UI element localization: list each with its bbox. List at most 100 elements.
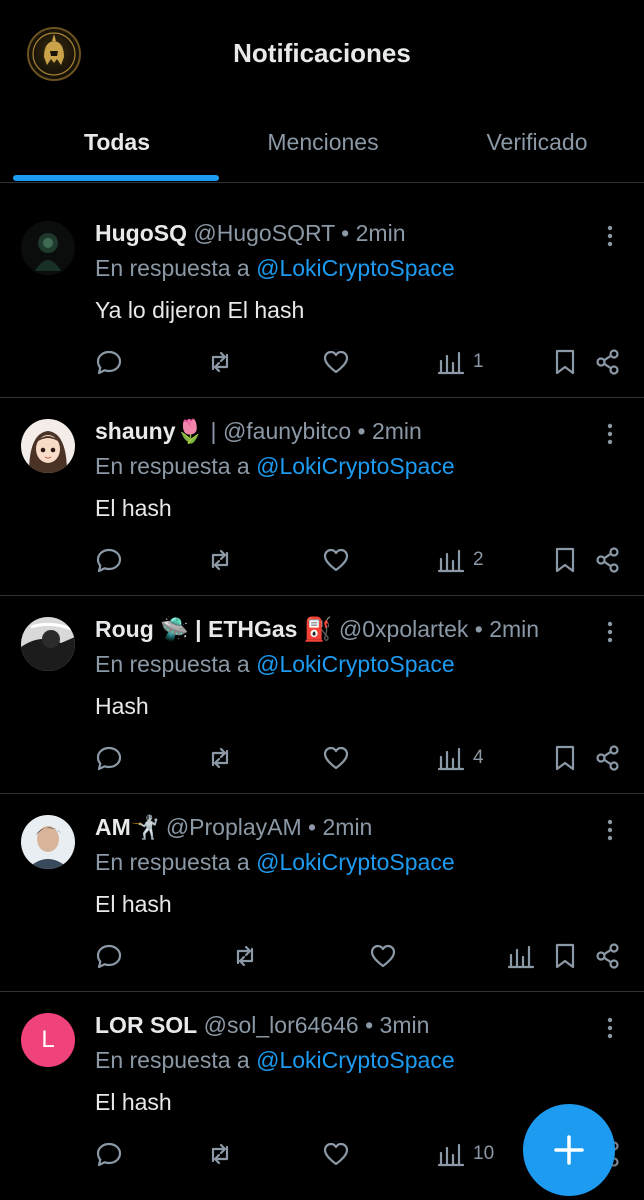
bookmark-button[interactable] (551, 543, 579, 577)
user-handle[interactable]: @ProplayAM (166, 814, 302, 840)
separator: • (334, 220, 356, 246)
more-options-icon[interactable] (598, 420, 622, 448)
like-button[interactable] (322, 741, 350, 775)
reply-button[interactable] (95, 543, 123, 577)
mention-link[interactable]: @LokiCryptoSpace (256, 255, 455, 281)
reply-text: El hash (95, 1089, 172, 1115)
share-button[interactable] (594, 939, 622, 973)
share-icon (596, 943, 619, 969)
notification-item[interactable]: AM🤺 @ProplayAM • 2min En respuesta a @Lo… (0, 794, 644, 992)
share-button[interactable] (594, 543, 622, 577)
user-handle[interactable]: @0xpolartek (339, 616, 468, 642)
views-button[interactable]: 4 (437, 741, 484, 775)
like-button[interactable] (369, 939, 397, 973)
retweet-button[interactable] (206, 741, 234, 775)
retweet-button[interactable] (206, 345, 234, 379)
heart-icon (323, 350, 349, 374)
avatar[interactable] (21, 221, 75, 275)
views-count: 2 (473, 549, 484, 570)
like-button[interactable] (322, 1137, 350, 1171)
tab-bar: Todas Menciones Verificado (0, 108, 644, 183)
separator: • (351, 418, 372, 444)
header-line: shauny🌷 | @faunybitco • 2min (95, 418, 590, 445)
top-bar: Notificaciones (0, 0, 644, 108)
notification-item[interactable]: Roug 🛸 | ETHGas ⛽ @0xpolartek • 2min En … (0, 596, 644, 794)
more-options-icon[interactable] (598, 1014, 622, 1042)
bookmark-icon (555, 547, 575, 573)
bookmark-button[interactable] (551, 939, 579, 973)
bookmark-icon (555, 943, 575, 969)
retweet-button[interactable] (206, 543, 234, 577)
reply-prefix: En respuesta a (95, 255, 257, 281)
reply-text: El hash (95, 891, 172, 917)
more-options-icon[interactable] (598, 222, 622, 250)
views-button[interactable]: 1 (437, 345, 484, 379)
tab-verificado[interactable]: Verificado (430, 108, 644, 182)
reply-button[interactable] (95, 1137, 123, 1171)
share-button[interactable] (594, 345, 622, 379)
views-icon (437, 549, 465, 573)
display-name[interactable]: LOR SOL (95, 1012, 197, 1038)
views-count: 1 (473, 351, 484, 372)
views-icon (437, 747, 465, 771)
bookmark-button[interactable] (551, 741, 579, 775)
share-icon (596, 745, 619, 771)
like-button[interactable] (322, 345, 350, 379)
retweet-button[interactable] (206, 1137, 234, 1171)
name-separator: | (204, 418, 223, 444)
notification-item[interactable]: HugoSQ @HugoSQRT • 2min En respuesta a @… (0, 200, 644, 398)
user-handle[interactable]: @faunybitco (223, 418, 351, 444)
avatar[interactable] (21, 419, 75, 473)
mention-link[interactable]: @LokiCryptoSpace (256, 453, 455, 479)
reply-icon (96, 944, 122, 969)
timestamp: 2min (355, 220, 406, 246)
reply-prefix: En respuesta a (95, 651, 257, 677)
avatar[interactable] (21, 617, 75, 671)
views-button[interactable]: 10 (437, 1137, 494, 1171)
reply-context: En respuesta a @LokiCryptoSpace (95, 255, 455, 282)
tab-menciones[interactable]: Menciones (216, 108, 430, 182)
views-button[interactable] (507, 939, 535, 973)
letter-avatar[interactable]: L (21, 1013, 75, 1067)
retweet-icon (211, 351, 229, 373)
user-handle[interactable]: @HugoSQRT (193, 220, 334, 246)
tab-todas[interactable]: Todas (0, 108, 234, 182)
notification-item[interactable]: shauny🌷 | @faunybitco • 2min En respuest… (0, 398, 644, 596)
mention-link[interactable]: @LokiCryptoSpace (256, 651, 455, 677)
mention-link[interactable]: @LokiCryptoSpace (256, 849, 455, 875)
timestamp: 3min (379, 1012, 430, 1038)
display-name[interactable]: shauny🌷 (95, 418, 204, 444)
header-line: AM🤺 @ProplayAM • 2min (95, 814, 590, 841)
plus-icon (554, 1135, 584, 1165)
display-name[interactable]: HugoSQ (95, 220, 187, 246)
reply-button[interactable] (95, 345, 123, 379)
bookmark-button[interactable] (551, 345, 579, 379)
reply-button[interactable] (95, 741, 123, 775)
share-button[interactable] (594, 741, 622, 775)
reply-context: En respuesta a @LokiCryptoSpace (95, 849, 455, 876)
avatar[interactable] (21, 815, 75, 869)
user-handle[interactable]: @sol_lor64646 (204, 1012, 359, 1038)
notification-list: HugoSQ @HugoSQRT • 2min En respuesta a @… (0, 200, 644, 1190)
more-options-icon[interactable] (598, 816, 622, 844)
reply-button[interactable] (95, 939, 123, 973)
compose-button[interactable] (523, 1104, 615, 1196)
share-icon (596, 349, 619, 375)
reply-text: El hash (95, 495, 172, 521)
display-name[interactable]: AM🤺 (95, 814, 159, 840)
like-button[interactable] (322, 543, 350, 577)
share-icon (596, 547, 619, 573)
reply-prefix: En respuesta a (95, 1047, 257, 1073)
reply-text: Ya lo dijeron El hash (95, 297, 305, 323)
mention-link[interactable]: @LokiCryptoSpace (256, 1047, 455, 1073)
views-icon (437, 351, 465, 375)
action-bar: 4 (0, 741, 644, 777)
views-button[interactable]: 2 (437, 543, 484, 577)
heart-icon (370, 944, 396, 968)
retweet-button[interactable] (231, 939, 259, 973)
bookmark-icon (555, 745, 575, 771)
display-name[interactable]: Roug 🛸 | ETHGas ⛽ (95, 616, 333, 642)
reply-icon (96, 350, 122, 375)
more-options-icon[interactable] (598, 618, 622, 646)
heart-icon (323, 548, 349, 572)
